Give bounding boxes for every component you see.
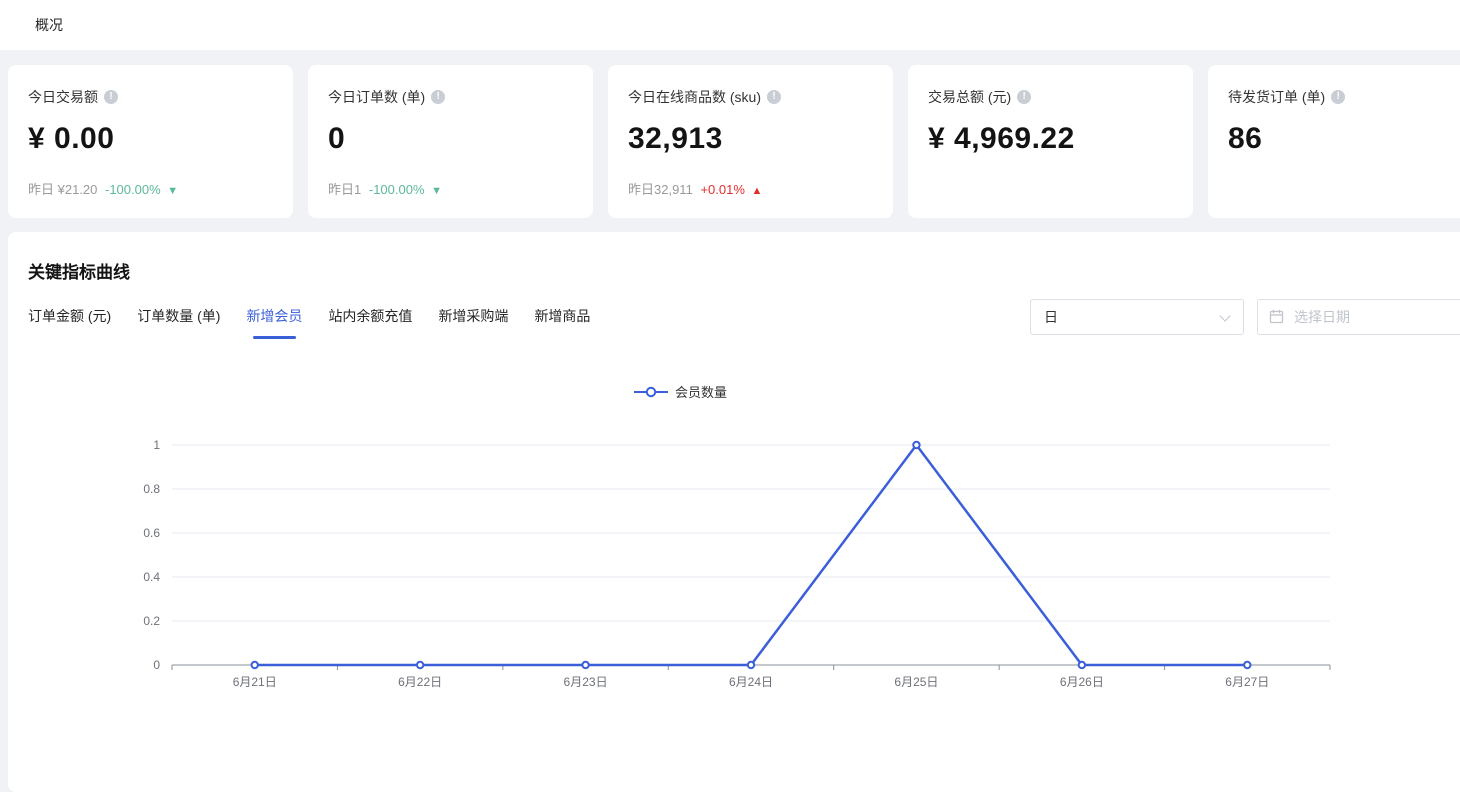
card-today-orders: 今日订单数 (单) ! 0 昨日1 -100.00% ▼ — [308, 65, 593, 218]
date-picker-input[interactable] — [1257, 299, 1460, 335]
date-picker — [1257, 299, 1460, 335]
change-percent: +0.01% — [700, 182, 744, 197]
period-select[interactable]: 日 — [1030, 299, 1244, 335]
card-label-row: 今日订单数 (单) ! — [328, 87, 573, 107]
tab-new-products[interactable]: 新增商品 — [534, 306, 590, 339]
info-icon[interactable]: ! — [1017, 90, 1031, 104]
card-label: 今日在线商品数 (sku) — [628, 87, 761, 107]
card-footer: 昨日1 -100.00% ▼ — [328, 179, 573, 198]
svg-text:0.8: 0.8 — [143, 482, 160, 496]
card-label: 今日订单数 (单) — [328, 87, 425, 107]
card-value: 86 — [1228, 122, 1460, 156]
svg-text:6月27日: 6月27日 — [1225, 675, 1269, 689]
chart-legend: 会员数量 — [8, 382, 1353, 401]
info-icon[interactable]: ! — [104, 90, 118, 104]
yesterday-value: 昨日 ¥21.20 — [28, 182, 97, 197]
legend-line-marker-icon — [634, 386, 668, 398]
svg-text:6月22日: 6月22日 — [398, 675, 442, 689]
tab-order-count[interactable]: 订单数量 (单) — [137, 306, 220, 339]
trend-up-icon: ▲ — [752, 185, 763, 197]
yesterday-value: 昨日32,911 — [628, 182, 693, 197]
card-pending-shipment: 待发货订单 (单) ! 86 — [1208, 65, 1460, 218]
svg-text:0.2: 0.2 — [143, 614, 160, 628]
card-footer: 昨日 ¥21.20 -100.00% ▼ — [28, 179, 273, 198]
card-total-transaction: 交易总额 (元) ! ¥ 4,969.22 — [908, 65, 1193, 218]
svg-text:6月25日: 6月25日 — [894, 675, 938, 689]
tab-balance-recharge[interactable]: 站内余额充值 — [328, 306, 412, 339]
chevron-down-icon — [1219, 310, 1230, 321]
metric-tabs: 订单金额 (元) 订单数量 (单) 新增会员 站内余额充值 新增采购端 新增商品 — [28, 306, 616, 339]
svg-text:6月26日: 6月26日 — [1060, 675, 1104, 689]
svg-text:6月24日: 6月24日 — [729, 675, 773, 689]
change-percent: -100.00% — [105, 182, 161, 197]
card-label-row: 待发货订单 (单) ! — [1228, 87, 1460, 107]
trend-down-icon: ▼ — [431, 185, 442, 197]
period-select-value: 日 — [1044, 300, 1058, 334]
card-label-row: 今日交易额 ! — [28, 87, 273, 107]
top-bar: 概况 — [0, 0, 1460, 50]
key-metrics-panel: 关键指标曲线 订单金额 (元) 订单数量 (单) 新增会员 站内余额充值 新增采… — [8, 232, 1460, 792]
svg-text:6月23日: 6月23日 — [564, 675, 608, 689]
tab-order-amount[interactable]: 订单金额 (元) — [28, 306, 111, 339]
card-label: 今日交易额 — [28, 87, 98, 107]
svg-text:0: 0 — [153, 658, 160, 672]
info-icon[interactable]: ! — [431, 90, 445, 104]
section-title: 关键指标曲线 — [28, 258, 130, 283]
card-today-transaction: 今日交易额 ! ¥ 0.00 昨日 ¥21.20 -100.00% ▼ — [8, 65, 293, 218]
card-value: ¥ 0.00 — [28, 122, 273, 156]
page-title: 概况 — [35, 0, 63, 50]
svg-text:6月21日: 6月21日 — [233, 675, 277, 689]
change-percent: -100.00% — [369, 182, 425, 197]
card-value: 32,913 — [628, 122, 873, 156]
info-icon[interactable]: ! — [1331, 90, 1345, 104]
legend-item-members[interactable]: 会员数量 — [634, 382, 727, 401]
card-label-row: 今日在线商品数 (sku) ! — [628, 87, 873, 107]
svg-text:1: 1 — [153, 438, 160, 452]
line-chart: 0 0.2 0.4 0.6 0.8 1 6月21日 6月22日 6月23日 6月24日 6月25日 6… — [8, 430, 1353, 698]
card-value: 0 — [328, 122, 573, 156]
card-value: ¥ 4,969.22 — [928, 122, 1173, 156]
svg-text:0.4: 0.4 — [143, 570, 160, 584]
legend-label: 会员数量 — [675, 382, 727, 401]
card-footer: 昨日32,911 +0.01% ▲ — [628, 179, 873, 198]
tab-new-purchasers[interactable]: 新增采购端 — [438, 306, 508, 339]
tab-new-members[interactable]: 新增会员 — [246, 306, 302, 339]
card-label: 待发货订单 (单) — [1228, 87, 1325, 107]
card-online-sku: 今日在线商品数 (sku) ! 32,913 昨日32,911 +0.01% ▲ — [608, 65, 893, 218]
card-label-row: 交易总额 (元) ! — [928, 87, 1173, 107]
yesterday-value: 昨日1 — [328, 182, 361, 197]
stat-cards-row: 今日交易额 ! ¥ 0.00 昨日 ¥21.20 -100.00% ▼ 今日订单… — [8, 65, 1460, 218]
svg-text:0.6: 0.6 — [143, 526, 160, 540]
card-label: 交易总额 (元) — [928, 87, 1011, 107]
trend-down-icon: ▼ — [167, 185, 178, 197]
info-icon[interactable]: ! — [767, 90, 781, 104]
